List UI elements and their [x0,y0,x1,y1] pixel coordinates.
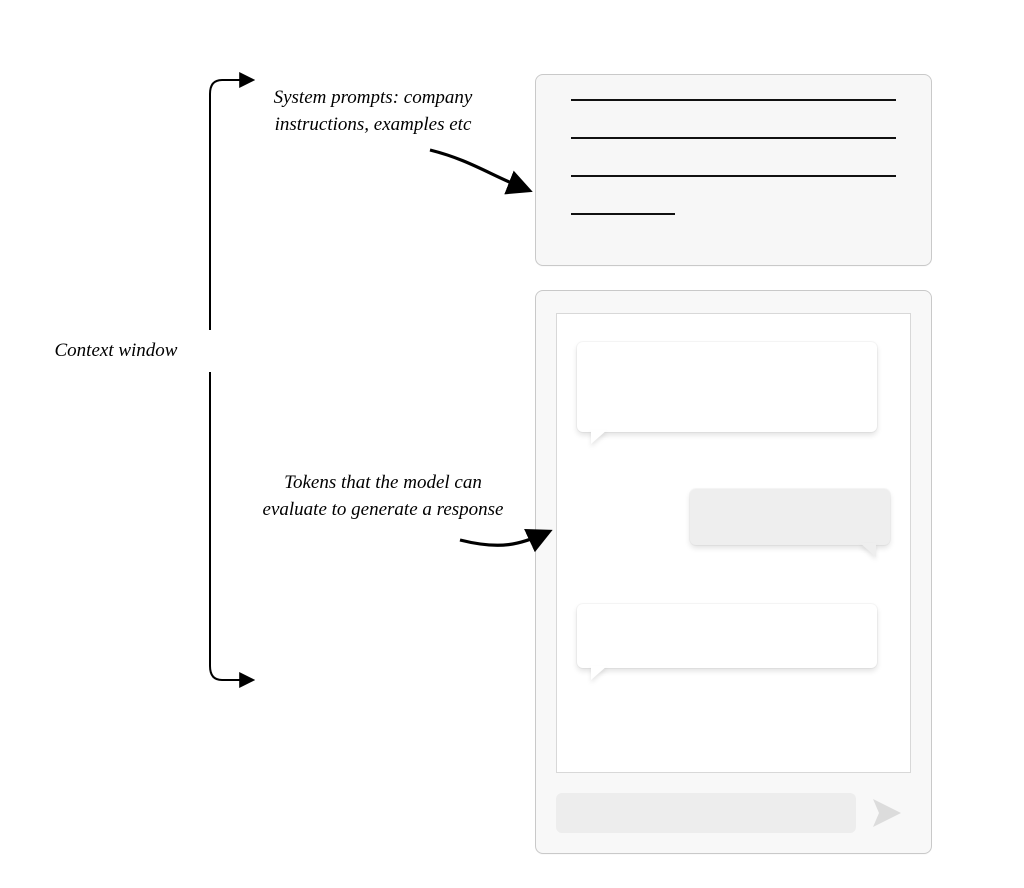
system-line [571,137,896,139]
system-prompts-annotation: System prompts: company instructions, ex… [258,85,488,138]
bubble-tail-icon [860,543,876,557]
system-prompt-panel [535,74,932,266]
chat-bubble-user [577,604,877,668]
system-line [571,213,675,215]
arrow-system-icon [430,150,528,190]
context-window-label: Context window [36,340,196,362]
chat-bubble-assistant [690,489,890,545]
tokens-annotation: Tokens that the model can evaluate to ge… [258,470,508,523]
chat-input[interactable] [556,793,856,833]
system-prompt-lines [571,99,896,215]
chat-viewport [556,313,911,773]
context-bracket-icon [210,80,252,680]
chat-panel [535,290,932,854]
bubble-tail-icon [591,430,607,444]
send-button[interactable] [869,795,905,831]
chat-bubble-user [577,342,877,432]
system-line [571,175,896,177]
send-icon [869,795,905,831]
system-line [571,99,896,101]
diagram-stage: Context window System prompts: company i… [0,0,1024,888]
bubble-tail-icon [591,666,607,680]
